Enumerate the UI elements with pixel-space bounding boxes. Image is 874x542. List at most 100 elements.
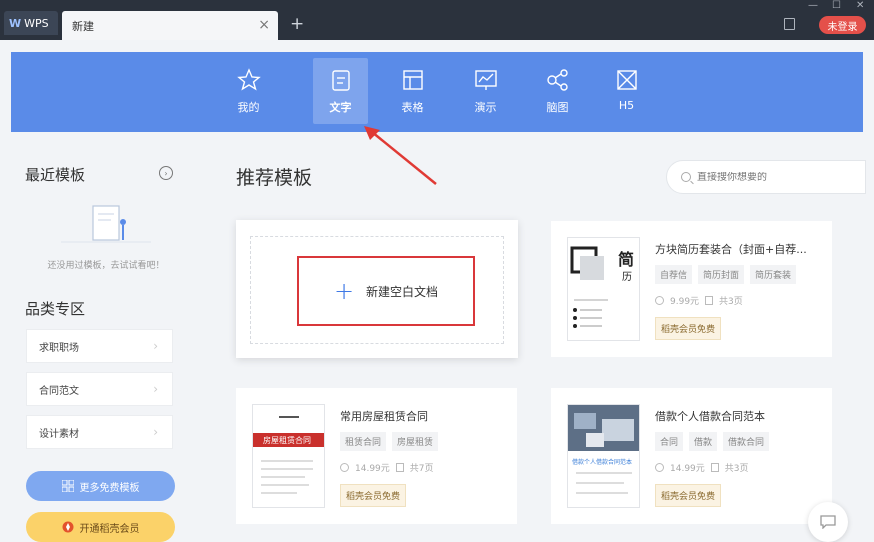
tag[interactable]: 借款合同 xyxy=(723,432,770,451)
sidebar: 最近模板 › 还没用过模板，去试试看吧！ 品类专区 求职职场 › 合同范文 › … xyxy=(11,148,201,542)
nav-item-writer[interactable]: 文字 xyxy=(313,58,368,124)
document-icon xyxy=(328,67,354,93)
tag[interactable]: 简历封面 xyxy=(698,265,745,284)
star-icon xyxy=(236,67,262,93)
category-item-contracts[interactable]: 合同范文 › xyxy=(26,372,173,406)
table-icon xyxy=(400,67,426,93)
template-title[interactable]: 常用房屋租赁合同 xyxy=(340,408,428,424)
nav-label: 演示 xyxy=(474,101,497,114)
price-icon xyxy=(655,296,664,305)
search-box[interactable] xyxy=(666,160,866,194)
price: 14.99元 xyxy=(670,464,705,474)
pages-icon xyxy=(710,463,719,472)
nav-item-presentation[interactable]: 演示 xyxy=(458,58,513,124)
minimize-icon[interactable]: — xyxy=(808,0,818,11)
tablet-icon[interactable] xyxy=(784,18,795,30)
nav-item-h5[interactable]: H5 xyxy=(599,58,654,124)
thumb-text: 借款个人借款合同范本 xyxy=(572,459,633,466)
title-bar: W WPS 新建 × + — ☐ ✕ 未登录 xyxy=(0,0,874,40)
close-icon[interactable]: × xyxy=(258,17,270,33)
vip-button[interactable]: 开通稻壳会员 xyxy=(26,512,175,542)
category-item-design[interactable]: 设计素材 › xyxy=(26,415,173,449)
vip-free-badge: 稻壳会员免费 xyxy=(655,484,722,507)
vip-free-badge: 稻壳会员免费 xyxy=(655,317,722,340)
template-card-loan[interactable]: 借款个人借款合同范本 借款个人借款合同范本 合同 借款 借款合同 14.99元 … xyxy=(551,388,832,524)
category-zone-title: 品类专区 xyxy=(25,300,86,318)
empty-illustration-icon xyxy=(61,205,151,243)
nav-item-mindmap[interactable]: 脑图 xyxy=(530,58,585,124)
pages-icon xyxy=(395,463,404,472)
template-thumbnail: 借款个人借款合同范本 xyxy=(567,404,640,508)
recent-templates-title: 最近模板 xyxy=(25,166,86,184)
empty-hint: 还没用过模板，去试试看吧！ xyxy=(47,261,165,271)
tag-list: 租赁合同 房屋租赁 xyxy=(340,432,439,451)
tab-label: 新建 xyxy=(72,19,94,33)
chevron-right-icon: › xyxy=(153,382,158,396)
category-label: 合同范文 xyxy=(39,385,79,397)
nav-label: H5 xyxy=(618,99,635,112)
template-meta: 9.99元 共3页 xyxy=(655,294,743,307)
annotation-arrow-icon xyxy=(364,126,437,185)
login-button[interactable]: 未登录 xyxy=(819,16,866,34)
page-count: 共3页 xyxy=(719,297,743,307)
template-meta: 14.99元 共3页 xyxy=(655,461,749,474)
wps-logo-tab[interactable]: W WPS xyxy=(4,11,58,35)
template-card-lease[interactable]: 房屋租赁合同 常用房屋租赁合同 租赁合同 房屋租赁 14.99元 共7页 稻壳会… xyxy=(236,388,517,524)
price-icon xyxy=(340,463,349,472)
contract-thumb-icon xyxy=(253,416,324,494)
maximize-icon[interactable]: ☐ xyxy=(832,0,841,11)
price-icon xyxy=(655,463,664,472)
window-close-icon[interactable]: ✕ xyxy=(856,0,864,11)
wps-logo-label: WPS xyxy=(24,16,49,30)
price: 14.99元 xyxy=(355,464,390,474)
more-templates-label: 更多免费模板 xyxy=(79,482,140,494)
wps-logo-icon: W xyxy=(9,16,22,30)
add-tab-icon[interactable]: + xyxy=(290,14,304,34)
pages-icon xyxy=(705,296,714,305)
nav-item-mine[interactable]: 我的 xyxy=(221,58,276,124)
category-label: 求职职场 xyxy=(39,342,79,354)
template-title[interactable]: 方块简历套装合（封面+自荐... xyxy=(655,241,807,257)
template-thumbnail: 简 历 xyxy=(567,237,640,341)
search-input[interactable] xyxy=(697,171,847,183)
page-title: 推荐模板 xyxy=(236,167,313,189)
vip-free-badge: 稻壳会员免费 xyxy=(340,484,407,507)
thumb-char: 历 xyxy=(622,272,632,283)
arrow-right-icon[interactable]: › xyxy=(159,166,173,180)
tag-list: 合同 借款 借款合同 xyxy=(655,432,770,451)
price: 9.99元 xyxy=(670,297,700,307)
feedback-button[interactable] xyxy=(808,502,848,542)
nav-item-spreadsheet[interactable]: 表格 xyxy=(385,58,440,124)
tag[interactable]: 自荐信 xyxy=(655,265,693,284)
mindmap-icon xyxy=(545,67,571,93)
nav-label: 文字 xyxy=(329,101,352,114)
chevron-right-icon: › xyxy=(153,425,158,439)
tag[interactable]: 合同 xyxy=(655,432,684,451)
tag[interactable]: 借款 xyxy=(689,432,718,451)
category-nav: 我的 文字 表格 演示 脑图 H5 xyxy=(11,52,863,132)
tag[interactable]: 房屋租赁 xyxy=(392,432,439,451)
vip-icon xyxy=(62,521,73,533)
tag[interactable]: 简历套装 xyxy=(750,265,797,284)
nav-label: 表格 xyxy=(401,101,424,114)
plus-icon: + xyxy=(333,277,355,305)
category-item-jobs[interactable]: 求职职场 › xyxy=(26,329,173,363)
vip-label: 开通稻壳会员 xyxy=(79,523,140,535)
tag-list: 自荐信 简历封面 简历套装 xyxy=(655,265,797,284)
tab-new[interactable]: 新建 × xyxy=(62,11,278,40)
grid-icon xyxy=(61,480,74,492)
nav-label: 我的 xyxy=(237,101,260,114)
more-templates-button[interactable]: 更多免费模板 xyxy=(26,471,175,501)
new-blank-button[interactable]: + 新建空白文档 xyxy=(297,256,475,326)
new-blank-card[interactable]: + 新建空白文档 xyxy=(236,220,518,358)
template-card-resume[interactable]: 简 历 方块简历套装合（封面+自荐... 自荐信 简历封面 简历套装 9.99元… xyxy=(551,221,832,357)
template-title[interactable]: 借款个人借款合同范本 xyxy=(655,408,765,424)
page-count: 共7页 xyxy=(409,464,434,474)
thumb-char: 简 xyxy=(618,250,635,269)
search-icon xyxy=(681,172,691,182)
new-blank-label: 新建空白文档 xyxy=(366,284,439,299)
nav-label: 脑图 xyxy=(546,101,569,114)
tag[interactable]: 租赁合同 xyxy=(340,432,387,451)
thumb-text: 房屋租赁合同 xyxy=(263,436,311,445)
page-count: 共3页 xyxy=(724,464,749,474)
